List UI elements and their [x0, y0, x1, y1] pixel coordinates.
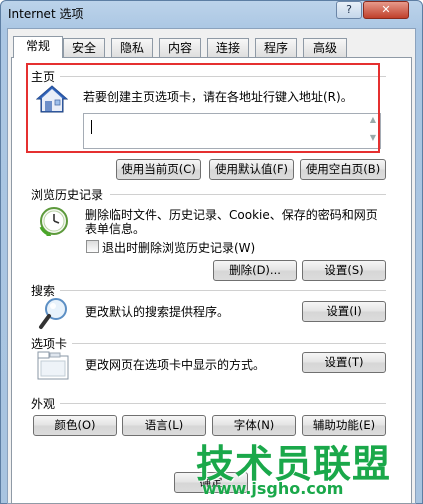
tabs-section-description: 更改网页在选项卡中显示的方式。: [85, 358, 266, 372]
tab-privacy[interactable]: 隐私: [111, 38, 153, 57]
clock-history-icon: [39, 207, 68, 236]
history-divider: [110, 194, 386, 195]
search-divider: [60, 290, 386, 291]
delete-on-exit-label[interactable]: 退出时删除浏览历史记录(W): [102, 239, 255, 256]
tab-programs[interactable]: 程序: [255, 38, 297, 57]
search-description: 更改默认的搜索提供程序。: [85, 305, 230, 319]
tab-content[interactable]: 内容: [159, 38, 201, 57]
search-icon: [39, 298, 67, 329]
colors-button[interactable]: 颜色(O): [33, 415, 117, 436]
delete-history-button[interactable]: 删除(D)...: [213, 260, 297, 281]
watermark: 技术员联盟 www.jsgho.com: [196, 433, 423, 504]
history-description-line2: 表单信息。: [85, 222, 146, 236]
tabbed-window-icon: [37, 351, 69, 380]
window-title: Internet 选项: [8, 7, 84, 21]
delete-on-exit-checkbox[interactable]: [86, 240, 99, 253]
languages-button[interactable]: 语言(L): [122, 415, 206, 436]
watermark-url: www.jsgho.com: [202, 479, 344, 498]
use-current-button[interactable]: 使用当前页(C): [116, 159, 201, 180]
tab-advanced[interactable]: 高级: [303, 38, 347, 57]
appearance-title: 外观: [31, 397, 56, 411]
tabs-section-divider: [72, 343, 386, 344]
tab-security[interactable]: 安全: [63, 38, 105, 57]
tab-general[interactable]: 常规: [13, 36, 63, 58]
help-button[interactable]: ?: [336, 1, 362, 19]
appearance-divider: [60, 403, 386, 404]
search-settings-button[interactable]: 设置(I): [302, 301, 386, 322]
use-default-button[interactable]: 使用默认值(F): [209, 159, 294, 180]
history-title: 浏览历史记录: [31, 188, 104, 202]
highlight-box: [26, 63, 380, 153]
use-blank-button[interactable]: 使用空白页(B): [300, 159, 386, 180]
close-button[interactable]: ✕: [363, 1, 409, 19]
history-settings-button[interactable]: 设置(S): [302, 260, 386, 281]
tab-connections[interactable]: 连接: [207, 38, 249, 57]
tabs-settings-button[interactable]: 设置(T): [302, 352, 386, 373]
